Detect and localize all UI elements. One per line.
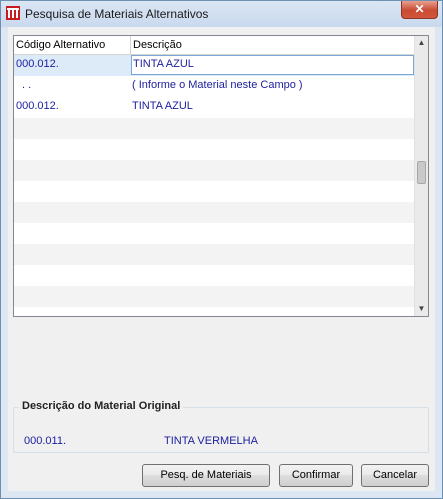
scrollbar-thumb[interactable]: [417, 161, 426, 184]
cancel-button[interactable]: Cancelar: [361, 464, 429, 487]
cell-code[interactable]: . .: [22, 76, 134, 97]
empty-row: [14, 223, 416, 244]
original-material-description: TINTA VERMELHA: [164, 435, 258, 447]
cell-code[interactable]: 000.012.: [16, 55, 128, 76]
title-bar[interactable]: Pesquisa de Materiais Alternativos ✕: [1, 1, 442, 27]
original-material-group: Descrição do Material Original 000.011. …: [13, 400, 429, 453]
group-legend: Descrição do Material Original: [19, 400, 184, 412]
empty-row: [14, 307, 416, 316]
cell-description-editor[interactable]: TINTA AZUL: [131, 55, 414, 75]
search-materials-button[interactable]: Pesq. de Materiais: [142, 464, 270, 487]
table-row[interactable]: 000.012. TINTA AZUL: [14, 55, 416, 76]
window-title: Pesquisa de Materiais Alternativos: [25, 7, 209, 21]
scroll-up-arrow-icon[interactable]: ▲: [415, 36, 428, 50]
empty-row: [14, 181, 416, 202]
close-button[interactable]: ✕: [401, 1, 438, 19]
dialog-window: Pesquisa de Materiais Alternativos ✕ Cód…: [0, 0, 443, 499]
empty-row: [14, 202, 416, 223]
column-header-descricao[interactable]: Descrição: [131, 36, 416, 54]
original-material-code: 000.011.: [24, 435, 67, 447]
empty-row: [14, 118, 416, 139]
cell-description[interactable]: ( Informe o Material neste Campo ): [132, 76, 412, 97]
column-header-codigo[interactable]: Código Alternativo: [14, 36, 131, 54]
empty-row: [14, 265, 416, 286]
vertical-scrollbar[interactable]: ▲ ▼: [414, 36, 428, 316]
cell-code[interactable]: 000.012.: [16, 97, 128, 118]
empty-row: [14, 244, 416, 265]
dialog-body: Código Alternativo Descrição 000.012. TI…: [8, 27, 435, 491]
cell-description[interactable]: TINTA AZUL: [132, 97, 412, 118]
empty-row: [14, 160, 416, 181]
scroll-down-arrow-icon[interactable]: ▼: [415, 302, 428, 316]
empty-row: [14, 139, 416, 160]
app-icon: [6, 6, 20, 20]
alternatives-grid[interactable]: Código Alternativo Descrição 000.012. TI…: [13, 35, 429, 317]
table-row[interactable]: . . ( Informe o Material neste Campo ): [14, 76, 416, 97]
grid-rows: 000.012. TINTA AZUL . . ( Informe o Mate…: [14, 55, 416, 316]
table-row[interactable]: 000.012. TINTA AZUL: [14, 97, 416, 118]
confirm-button[interactable]: Confirmar: [279, 464, 353, 487]
grid-header: Código Alternativo Descrição: [14, 36, 416, 55]
empty-row: [14, 286, 416, 307]
